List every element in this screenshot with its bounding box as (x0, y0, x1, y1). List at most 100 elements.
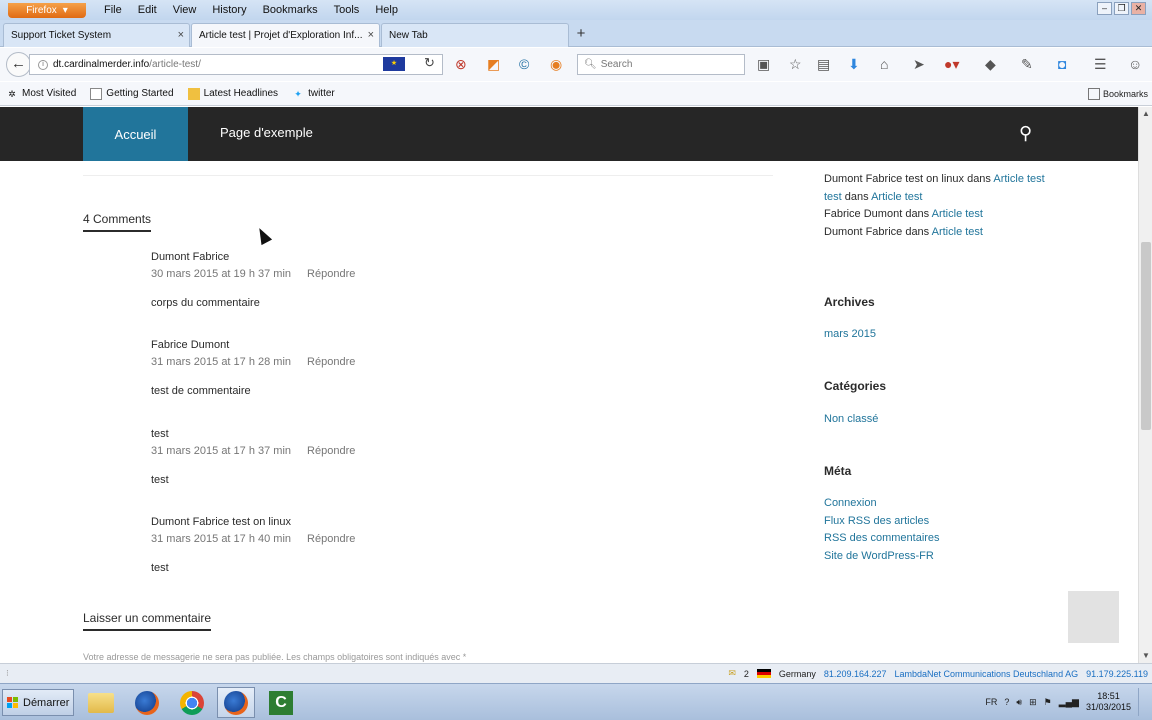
meta-posts-rss-link[interactable]: Flux RSS des articles (824, 513, 1024, 531)
download-icon[interactable]: ⬇ (848, 56, 860, 73)
menu-tools[interactable]: Tools (326, 4, 368, 16)
scrollbar-thumb[interactable] (1141, 242, 1151, 430)
tab-support-ticket[interactable]: Support Ticket System × (3, 23, 190, 47)
comment-author: Fabrice Dumont (151, 339, 230, 351)
close-tab-icon[interactable]: × (178, 29, 184, 41)
home-icon[interactable]: ⌂ (880, 56, 888, 72)
clipboard-icon[interactable]: ▤ (817, 56, 830, 73)
meta-comments-rss-link[interactable]: RSS des commentaires (824, 530, 1024, 548)
menu-edit[interactable]: Edit (130, 4, 165, 16)
status-ip-client[interactable]: 91.179.225.119 (1086, 669, 1148, 679)
menu-help[interactable]: Help (367, 4, 406, 16)
back-to-top-button[interactable] (1068, 591, 1119, 643)
comment-date-link[interactable]: 30 mars 2015 at 19 h 37 min (151, 268, 291, 280)
start-button[interactable]: Démarrer (2, 689, 74, 716)
taskbar-firefox[interactable] (128, 687, 166, 718)
show-desktop-button[interactable] (1138, 688, 1148, 716)
recent-comment-post-link[interactable]: Article test (932, 208, 983, 220)
reply-link[interactable]: Répondre (307, 445, 355, 457)
bookmark-latest-headlines[interactable]: Latest Headlines (187, 87, 278, 100)
start-label: Démarrer (23, 696, 70, 709)
close-window-icon[interactable]: ✕ (1131, 2, 1146, 15)
taskbar-firefox-active[interactable] (217, 687, 255, 718)
reply-link[interactable]: Répondre (307, 268, 355, 280)
reply-link[interactable]: Répondre (307, 356, 355, 368)
vertical-scrollbar[interactable]: ▲ ▼ (1138, 107, 1152, 663)
archive-link[interactable]: mars 2015 (824, 326, 876, 344)
taskbar-chrome[interactable] (173, 687, 211, 718)
recent-comment-author-link[interactable]: test (824, 191, 842, 203)
tray-help-icon[interactable]: ? (1004, 697, 1009, 707)
addon-icon[interactable]: ◩ (487, 56, 500, 73)
close-tab-icon[interactable]: × (368, 29, 374, 41)
site-info-icon[interactable]: i (38, 59, 48, 70)
comment-body: test de commentaire (151, 385, 251, 397)
url-bar[interactable]: i dt.cardinalmerder.info/article-test/ (29, 54, 443, 75)
hamburger-menu-icon[interactable]: ☰ (1094, 56, 1107, 73)
recent-comment-item: Dumont Fabrice test on linux dans Articl… (824, 171, 1054, 189)
comment-author: test (151, 428, 169, 440)
minimize-icon[interactable]: – (1097, 2, 1112, 15)
menu-view[interactable]: View (165, 4, 205, 16)
comment-date-link[interactable]: 31 mars 2015 at 17 h 37 min (151, 445, 291, 457)
eu-flag-icon[interactable]: ★ (383, 57, 405, 71)
network-icon[interactable]: ⊞ (1029, 697, 1037, 708)
comment-date-link[interactable]: 31 mars 2015 at 17 h 40 min (151, 533, 291, 545)
send-icon[interactable]: ➤ (913, 56, 925, 73)
meta-wordpress-link[interactable]: Site de WordPress-FR (824, 548, 1024, 566)
meta-login-link[interactable]: Connexion (824, 495, 1024, 513)
bookmark-twitter[interactable]: ✦ twitter (292, 88, 334, 100)
menu-bookmarks[interactable]: Bookmarks (255, 4, 326, 16)
nav-accueil-link[interactable]: Accueil (83, 107, 188, 161)
firefox-menu-button[interactable]: Firefox ▾ (8, 2, 86, 18)
bookmark-getting-started[interactable]: Getting Started (90, 87, 174, 100)
pocket-icon[interactable]: ◆ (985, 56, 996, 73)
reload-icon[interactable]: ↻ (424, 55, 435, 71)
search-input[interactable]: 🔍︎ Search (577, 54, 745, 75)
bookmarks-menu-button[interactable]: Bookmarks (1087, 88, 1148, 100)
comments-title: 4 Comments (83, 212, 152, 232)
addon-c-icon[interactable]: © (519, 56, 529, 72)
clock[interactable]: 18:51 31/03/2015 (1086, 691, 1131, 713)
nav-sample-page-link[interactable]: Page d'exemple (220, 125, 313, 140)
reply-link[interactable]: Répondre (307, 533, 355, 545)
ghostery-icon[interactable]: ◘ (1058, 56, 1066, 72)
tab-new-tab[interactable]: New Tab (381, 23, 569, 47)
tab-label: Article test | Projet d'Exploration Inf.… (199, 30, 363, 41)
status-ip-server[interactable]: 81.209.164.227 (824, 669, 887, 679)
comment-date-link[interactable]: 31 mars 2015 at 17 h 28 min (151, 356, 291, 368)
menu-history[interactable]: History (204, 4, 254, 16)
status-isp[interactable]: LambdaNet Communications Deutschland AG (894, 669, 1078, 679)
restore-icon[interactable]: ❐ (1114, 2, 1129, 15)
recent-comment-post-link[interactable]: Article test (993, 173, 1044, 185)
tray-flag-icon[interactable]: ⚑ (1044, 697, 1052, 708)
chrome-icon (180, 690, 204, 715)
chat-icon[interactable]: ☺ (1128, 56, 1142, 72)
comment-item: test 31 mars 2015 at 17 h 37 min Répondr… (151, 428, 355, 486)
mail-icon[interactable]: ✉ (728, 668, 736, 679)
bookmark-most-visited[interactable]: ✲ Most Visited (6, 88, 76, 100)
volume-icon[interactable]: 🔊︎ (1016, 697, 1022, 708)
menu-file[interactable]: File (96, 4, 130, 16)
firefox-addon-icon[interactable]: ◉ (550, 56, 562, 73)
new-tab-icon[interactable]: + (571, 26, 591, 44)
comment-item: Dumont Fabrice 30 mars 2015 at 19 h 37 m… (151, 251, 355, 309)
category-link[interactable]: Non classé (824, 411, 878, 429)
search-icon[interactable]: ⚲ (1019, 123, 1032, 144)
adblock-icon[interactable]: ●▾ (944, 56, 959, 73)
tab-label: Support Ticket System (11, 30, 112, 41)
recent-comment-post-link[interactable]: Article test (871, 191, 922, 203)
recent-comment-post-link[interactable]: Article test (932, 226, 983, 238)
reader-view-icon[interactable]: ▣ (757, 56, 770, 73)
language-indicator[interactable]: FR (985, 697, 997, 707)
scroll-down-icon[interactable]: ▼ (1139, 649, 1152, 663)
taskbar-explorer[interactable] (82, 687, 120, 718)
scroll-up-icon[interactable]: ▲ (1139, 107, 1152, 121)
bookmark-star-icon[interactable]: ☆ (789, 56, 802, 73)
stop-addon-icon[interactable]: ⊗ (455, 56, 467, 73)
tray-wifi-icon[interactable]: ▂▄▆ (1059, 697, 1079, 708)
tab-article-test[interactable]: Article test | Projet d'Exploration Inf.… (191, 23, 380, 47)
taskbar-camtasia[interactable]: C (262, 687, 300, 718)
extension-icon[interactable]: ✎ (1021, 56, 1033, 73)
back-arrow-icon[interactable]: ← (6, 52, 31, 77)
